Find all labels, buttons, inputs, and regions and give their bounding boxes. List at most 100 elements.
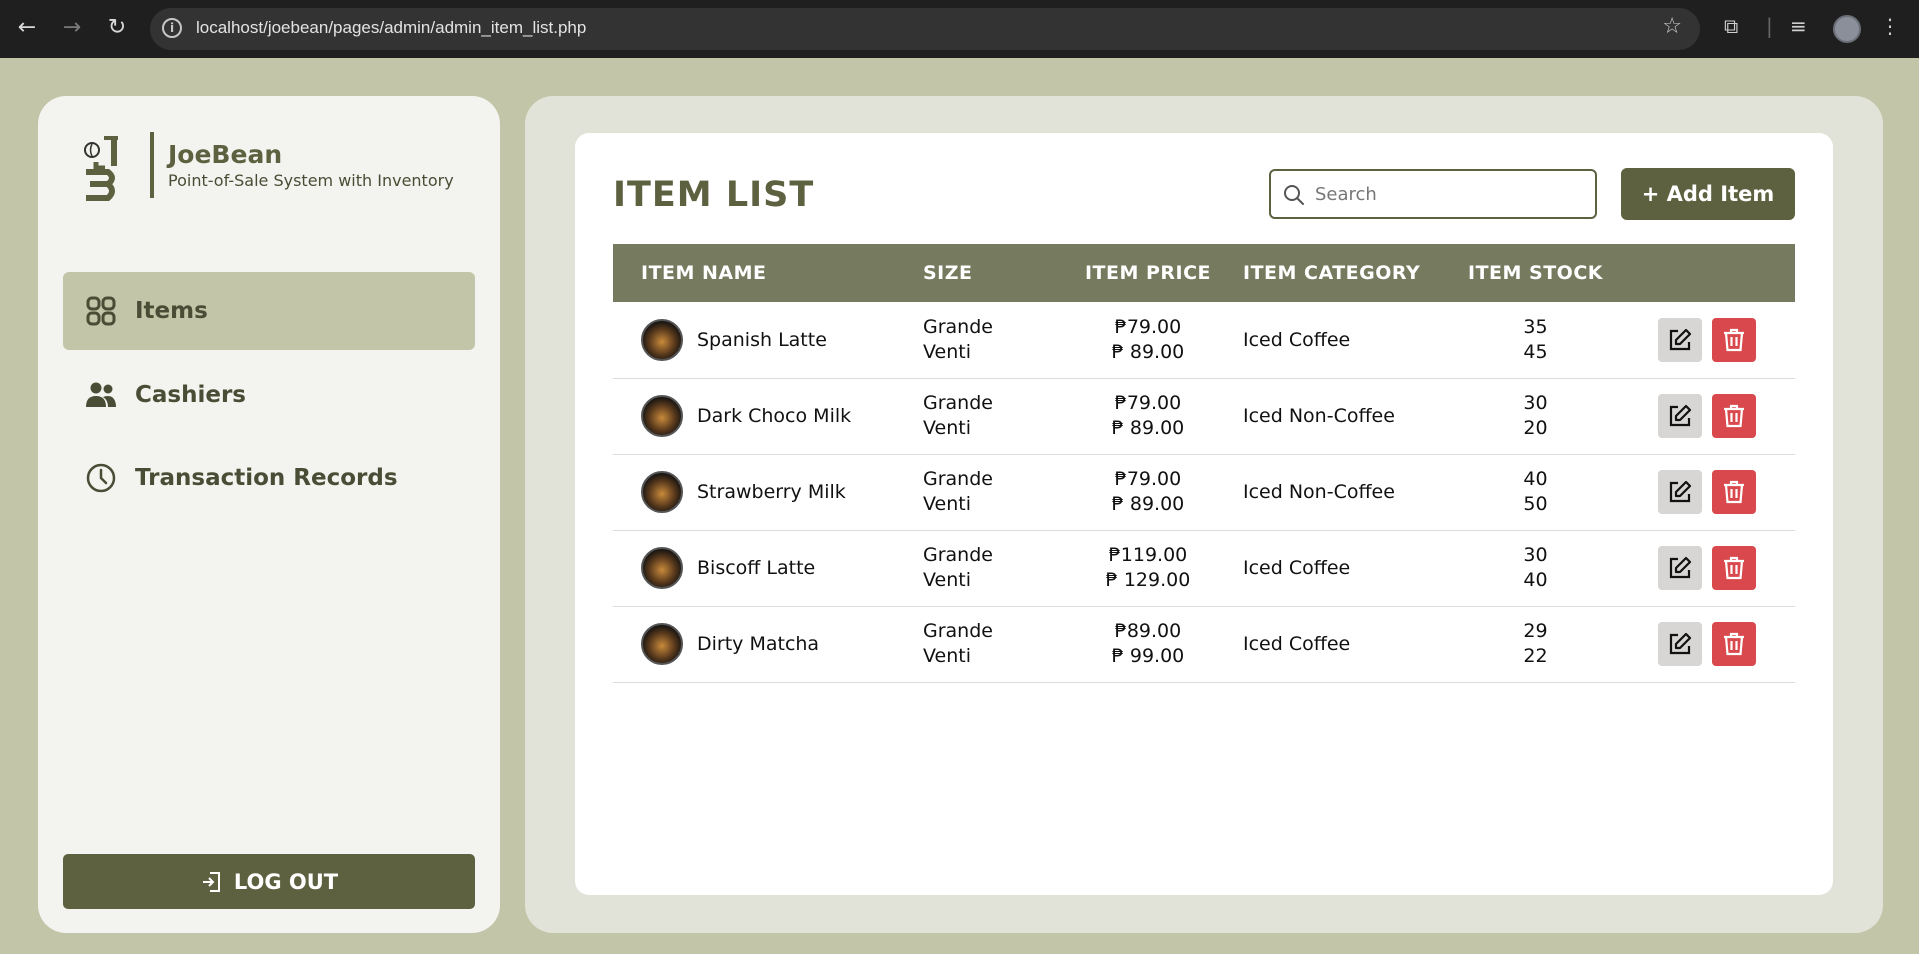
- table-row: Strawberry Milk Grande Venti ₱79.00 ₱ 89.0…: [613, 454, 1795, 530]
- forward-arrow-icon[interactable]: →: [57, 13, 87, 43]
- table-row: Spanish Latte Grande Venti ₱79.00 ₱ 89.00 …: [613, 302, 1795, 378]
- size-venti: Venti: [923, 645, 971, 667]
- size-grande: Grande: [923, 620, 993, 642]
- size-grande: Grande: [923, 392, 993, 414]
- item-list-card: ITEM LIST + Add Item ITEM NAME SIZE ITEM…: [575, 133, 1833, 895]
- reload-icon[interactable]: ↻: [102, 13, 132, 43]
- column-header-item-category: ITEM CATEGORY: [1243, 262, 1421, 284]
- table-header-row: ITEM NAME SIZE ITEM PRICE ITEM CATEGORY …: [613, 244, 1795, 302]
- trash-icon: [1724, 632, 1744, 656]
- item-category: Iced Non-Coffee: [1243, 405, 1395, 427]
- delete-button[interactable]: [1712, 317, 1756, 362]
- edit-button[interactable]: [1658, 317, 1702, 362]
- toolbar-divider: |: [1766, 14, 1773, 38]
- search-icon: [1284, 185, 1304, 205]
- sidebar-item-cashiers[interactable]: Cashiers: [63, 356, 475, 434]
- column-header-item-name: ITEM NAME: [641, 262, 767, 284]
- item-category: Iced Non-Coffee: [1243, 481, 1395, 503]
- size-grande: Grande: [923, 544, 993, 566]
- price-venti: ₱ 89.00: [1111, 417, 1185, 439]
- price-grande: ₱119.00: [1108, 544, 1188, 566]
- stock-venti: 40: [1523, 569, 1548, 591]
- item-thumbnail: [641, 395, 683, 437]
- search-input[interactable]: [1315, 181, 1585, 207]
- stock-grande: 35: [1523, 315, 1548, 338]
- media-control-icon[interactable]: ≡: [1790, 14, 1807, 38]
- item-name: Dirty Matcha: [697, 633, 820, 655]
- delete-button[interactable]: [1712, 470, 1756, 514]
- add-item-button[interactable]: + Add Item: [1621, 168, 1795, 220]
- sidebar-item-label: Transaction Records: [135, 465, 398, 491]
- sidebar-item-label: Items: [135, 298, 208, 324]
- column-header-size: SIZE: [923, 262, 973, 284]
- stock-venti: 22: [1523, 645, 1548, 667]
- item-table: ITEM NAME SIZE ITEM PRICE ITEM CATEGORY …: [613, 244, 1795, 683]
- sidebar-item-transaction-records[interactable]: Transaction Records: [63, 439, 475, 517]
- stock-grande: 40: [1523, 468, 1548, 490]
- item-name: Strawberry Milk: [697, 481, 846, 503]
- bookmark-star-icon[interactable]: ☆: [1662, 14, 1682, 39]
- edit-button[interactable]: [1658, 622, 1702, 666]
- address-bar[interactable]: i localhost/joebean/pages/admin/admin_it…: [150, 8, 1700, 50]
- stock-venti: 20: [1523, 417, 1548, 439]
- stock-grande: 30: [1523, 544, 1548, 566]
- url-text[interactable]: localhost/joebean/pages/admin/admin_item…: [196, 18, 586, 38]
- item-thumbnail: [641, 318, 683, 361]
- brand-subtitle: Point-of-Sale System with Inventory: [168, 171, 454, 190]
- edit-icon: [1669, 556, 1692, 579]
- item-thumbnail: [641, 471, 683, 513]
- edit-icon: [1669, 480, 1692, 503]
- size-grande: Grande: [923, 468, 993, 490]
- trash-icon: [1724, 404, 1744, 428]
- edit-button[interactable]: [1658, 546, 1702, 590]
- trash-icon: [1724, 328, 1744, 351]
- price-venti: ₱ 129.00: [1105, 569, 1191, 591]
- stock-venti: 45: [1523, 340, 1548, 363]
- sidebar-item-items[interactable]: Items: [63, 272, 475, 350]
- item-category: Iced Coffee: [1243, 328, 1351, 351]
- delete-button[interactable]: [1712, 394, 1756, 438]
- trash-icon: [1724, 556, 1744, 580]
- size-grande: Grande: [923, 315, 993, 338]
- edit-button[interactable]: [1658, 470, 1702, 514]
- site-info-icon[interactable]: i: [162, 18, 182, 38]
- logout-label: LOG OUT: [233, 869, 339, 894]
- column-header-item-stock: ITEM STOCK: [1468, 262, 1603, 284]
- size-venti: Venti: [923, 340, 971, 363]
- clock-icon: [86, 463, 116, 493]
- item-category: Iced Coffee: [1243, 633, 1351, 655]
- table-row: Dirty Matcha Grande Venti ₱89.00 ₱ 99.00 I…: [613, 606, 1795, 682]
- delete-button[interactable]: [1712, 546, 1756, 590]
- table-row: Dark Choco Milk Grande Venti ₱79.00 ₱ 89.0…: [613, 378, 1795, 454]
- price-grande: ₱79.00: [1114, 315, 1182, 338]
- sidebar: JoeBean Point-of-Sale System with Invent…: [38, 96, 500, 933]
- extensions-icon[interactable]: ⧉: [1724, 14, 1738, 38]
- item-name: Dark Choco Milk: [697, 405, 852, 427]
- price-venti: ₱ 89.00: [1111, 493, 1185, 515]
- kebab-menu-icon[interactable]: ⋮: [1880, 14, 1900, 38]
- edit-button[interactable]: [1658, 394, 1702, 438]
- page-title: ITEM LIST: [613, 175, 815, 215]
- delete-button[interactable]: [1712, 622, 1756, 666]
- price-venti: ₱ 99.00: [1111, 645, 1185, 667]
- grid-icon: [86, 296, 116, 326]
- item-name: Biscoff Latte: [697, 557, 816, 579]
- size-venti: Venti: [923, 417, 971, 439]
- item-name: Spanish Latte: [697, 328, 827, 351]
- size-venti: Venti: [923, 493, 971, 515]
- sidebar-item-label: Cashiers: [135, 382, 246, 408]
- browser-toolbar: ← → ↻ i localhost/joebean/pages/admin/ad…: [0, 0, 1919, 58]
- column-header-actions: [1613, 244, 1795, 302]
- stock-venti: 50: [1523, 493, 1548, 515]
- price-grande: ₱79.00: [1114, 468, 1182, 490]
- search-box[interactable]: [1269, 169, 1597, 219]
- logout-button[interactable]: LOG OUT: [63, 854, 475, 909]
- users-icon: [86, 382, 116, 407]
- logout-icon: [202, 871, 220, 892]
- size-venti: Venti: [923, 569, 971, 591]
- profile-avatar[interactable]: [1833, 15, 1861, 43]
- stock-grande: 29: [1523, 620, 1548, 642]
- edit-icon: [1669, 328, 1692, 350]
- joebean-logo-icon: [84, 136, 118, 201]
- back-arrow-icon[interactable]: ←: [12, 13, 42, 43]
